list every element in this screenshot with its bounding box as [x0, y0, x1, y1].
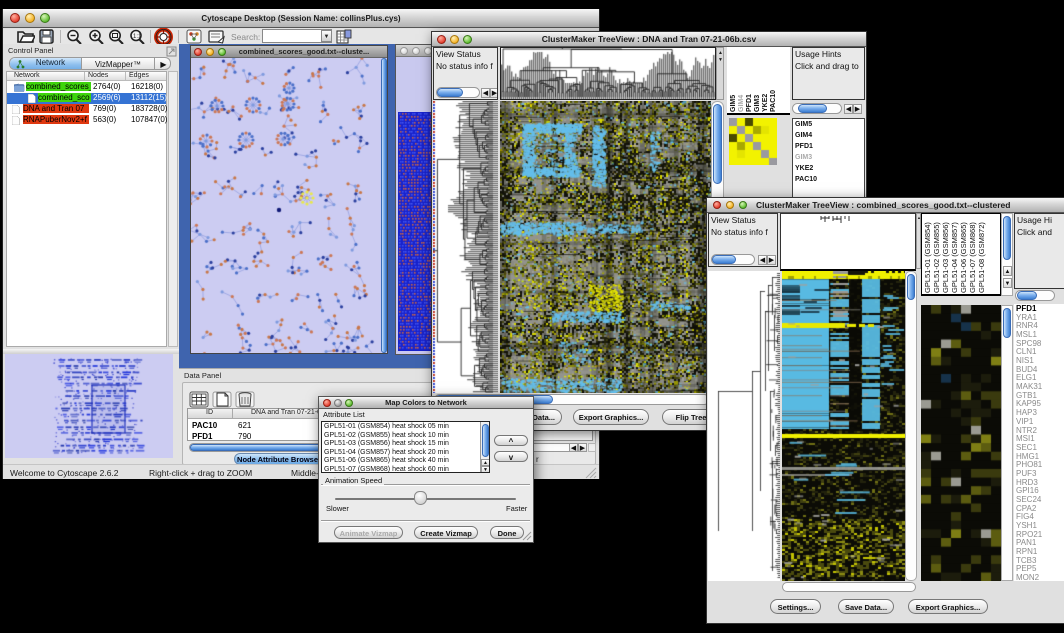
- svg-text:PAC10: PAC10: [770, 90, 777, 112]
- svg-text:GIM3: GIM3: [754, 95, 761, 112]
- svg-text:GPL51-07 (GSM868): GPL51-07 (GSM868): [968, 222, 977, 293]
- svg-text:1:1: 1:1: [133, 34, 142, 40]
- svg-text:GPL51-03 (GSM856): GPL51-03 (GSM856): [941, 222, 950, 293]
- svg-text:YKE2: YKE2: [762, 94, 769, 112]
- svg-text:GPL51-06 (GSM865): GPL51-06 (GSM865): [959, 222, 968, 293]
- svg-text:GIM5: GIM5: [730, 95, 737, 112]
- svg-text:PFD1: PFD1: [746, 94, 753, 112]
- svg-text:GPL51-02 (GSM855): GPL51-02 (GSM855): [932, 222, 941, 293]
- svg-text:GIM4: GIM4: [738, 95, 745, 112]
- svg-text:GPL51-01 (GSM854): GPL51-01 (GSM854): [923, 222, 932, 293]
- svg-text:GPL51-04 (GSM857): GPL51-04 (GSM857): [950, 222, 959, 293]
- svg-text:GPL51-08 (GSM872): GPL51-08 (GSM872): [977, 222, 986, 293]
